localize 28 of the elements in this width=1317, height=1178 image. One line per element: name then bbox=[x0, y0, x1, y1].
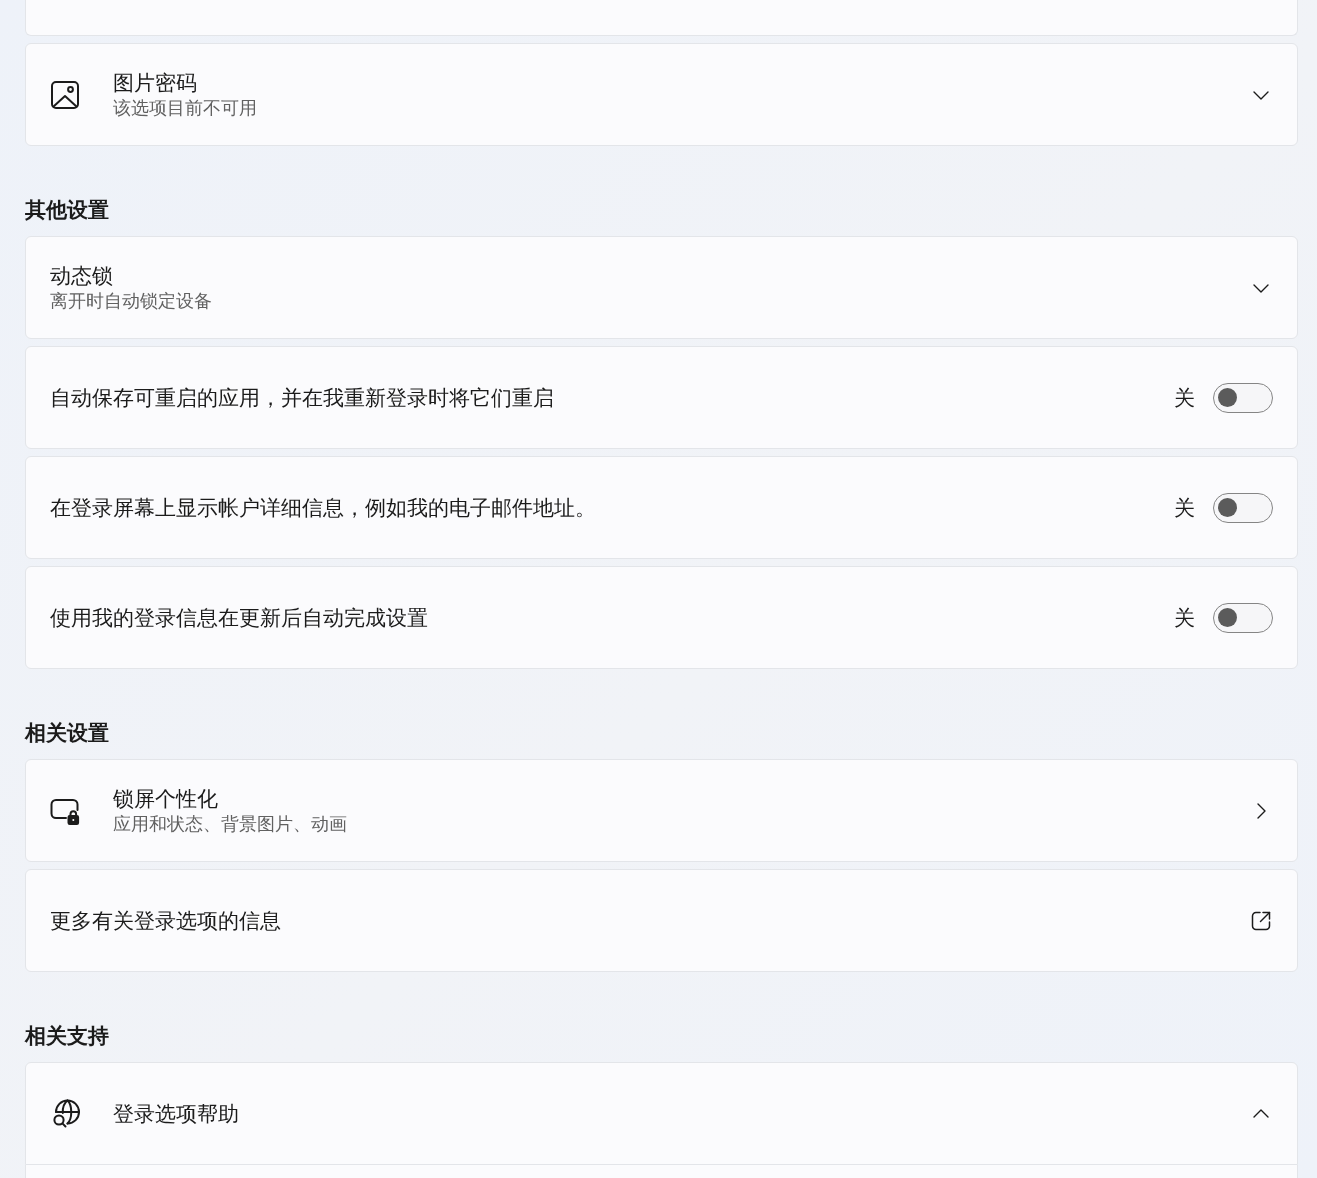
setting-title: 使用我的登录信息在更新后自动完成设置 bbox=[50, 604, 428, 631]
toggle-switch[interactable] bbox=[1213, 602, 1273, 633]
toggle-switch[interactable] bbox=[1213, 492, 1273, 523]
setting-description: 离开时自动锁定设备 bbox=[50, 288, 212, 313]
toggle-switch[interactable] bbox=[1213, 382, 1273, 413]
setting-description: 应用和状态、背景图片、动画 bbox=[113, 811, 347, 836]
setting-title: 更多有关登录选项的信息 bbox=[50, 907, 281, 934]
toggle-state-label: 关 bbox=[1174, 384, 1195, 411]
toggle-state-label: 关 bbox=[1174, 494, 1195, 521]
link-card[interactable]: 锁屏个性化 应用和状态、背景图片、动画 bbox=[25, 759, 1298, 862]
expander-card[interactable]: 动态锁 离开时自动锁定设备 bbox=[25, 236, 1298, 339]
section-heading: 其他设置 bbox=[25, 197, 109, 224]
setting-title: 在登录屏幕上显示帐户详细信息，例如我的电子邮件地址。 bbox=[50, 494, 596, 521]
picture-icon bbox=[50, 79, 80, 110]
external-link-icon bbox=[1251, 910, 1271, 931]
setting-title: 自动保存可重启的应用，并在我重新登录时将它们重启 bbox=[50, 384, 554, 411]
expander-card[interactable]: 图片密码 该选项目前不可用 bbox=[25, 43, 1298, 146]
setting-title: 图片密码 bbox=[113, 69, 197, 96]
section-heading: 相关支持 bbox=[25, 1023, 109, 1050]
section-heading: 相关设置 bbox=[25, 720, 109, 747]
setting-title: 锁屏个性化 bbox=[113, 785, 218, 812]
globe-search-icon bbox=[50, 1098, 80, 1129]
setting-title: 登录选项帮助 bbox=[113, 1100, 239, 1127]
expander-card[interactable]: 登录选项帮助 bbox=[25, 1062, 1298, 1165]
setting-title: 动态锁 bbox=[50, 262, 113, 289]
link-card[interactable]: 更多有关登录选项的信息 bbox=[25, 869, 1298, 972]
toggle-state-label: 关 bbox=[1174, 604, 1195, 631]
setting-description: 该选项目前不可用 bbox=[113, 95, 257, 120]
